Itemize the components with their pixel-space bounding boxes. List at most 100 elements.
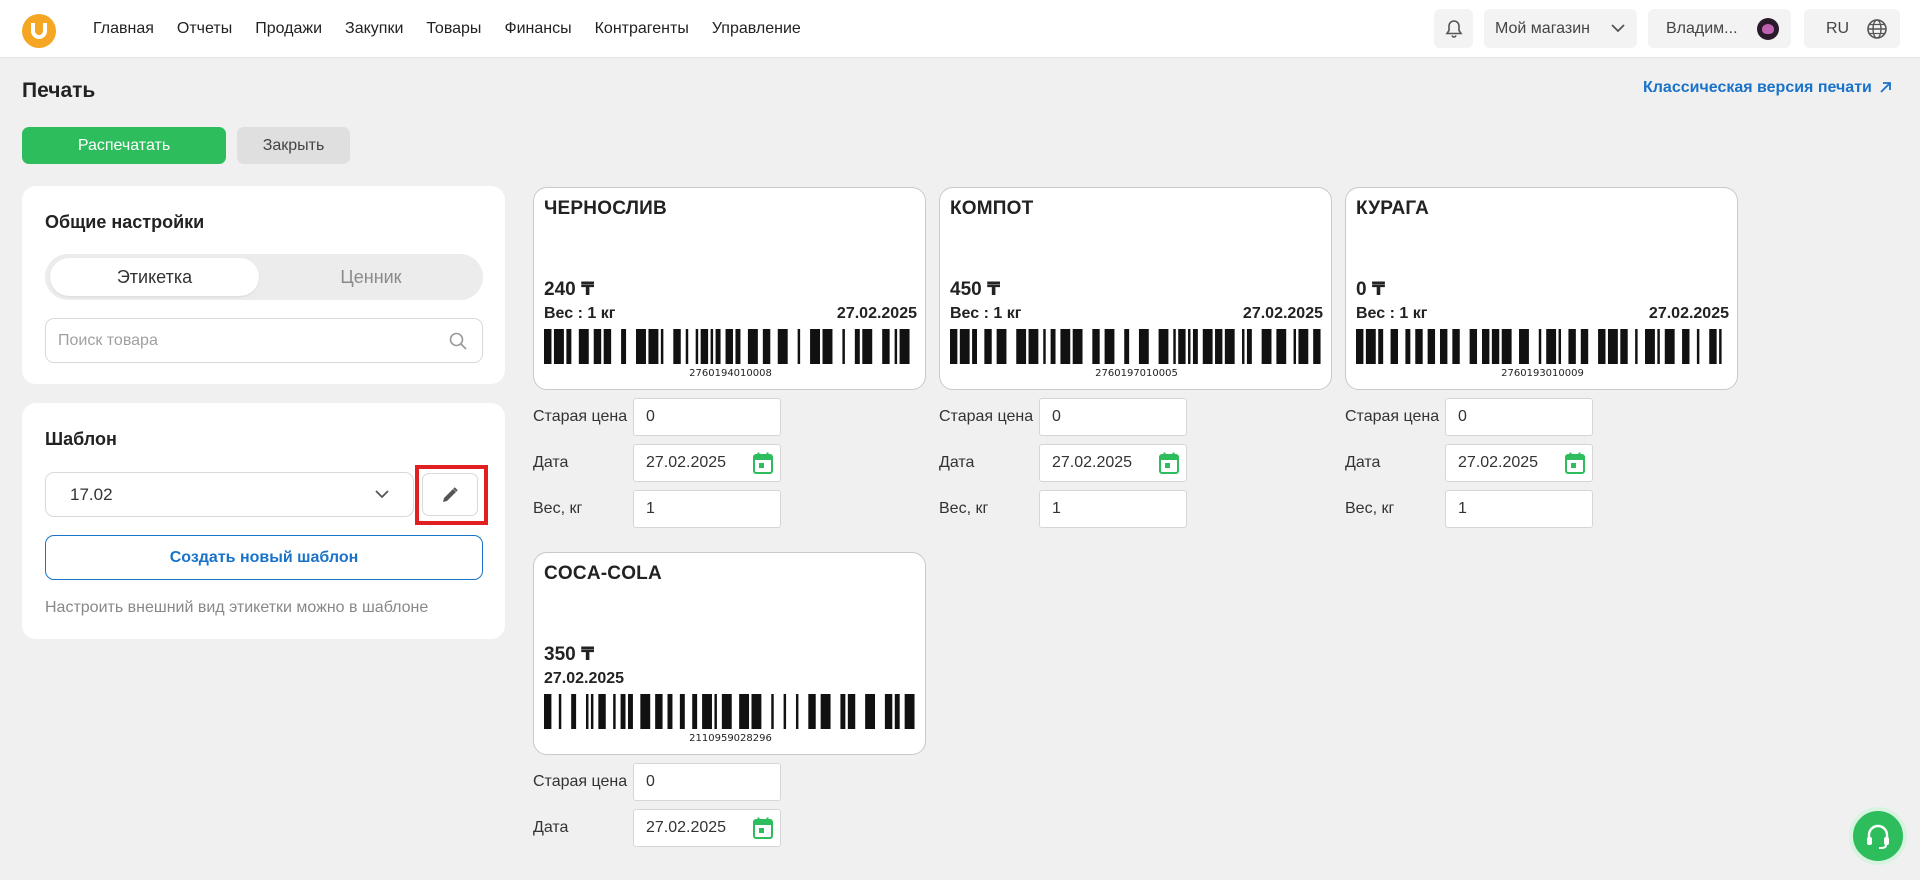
barcode-bar (865, 694, 876, 729)
barcode-bar (1356, 329, 1364, 364)
label-preview: КОМПОТ 450 ₸ Вес : 1 кг 27.02.2025 27601… (939, 187, 1332, 390)
menu-item-finance[interactable]: Финансы (504, 20, 571, 38)
barcode-bar (1415, 329, 1423, 364)
barcode-bar (710, 329, 714, 364)
barcode (544, 329, 910, 364)
calendar-icon[interactable] (1159, 452, 1179, 474)
weight-input[interactable] (633, 490, 781, 528)
barcode-bar (655, 694, 663, 729)
barcode-bar (894, 694, 900, 729)
edit-template-button[interactable] (422, 473, 478, 516)
top-nav: Главная Отчеты Продажи Закупки Товары Фи… (0, 0, 1920, 58)
barcode-bar (1016, 329, 1027, 364)
barcode-number: 2760194010008 (689, 368, 772, 379)
barcode-bar (950, 329, 958, 364)
menu-item-management[interactable]: Управление (712, 20, 801, 38)
product-weight: Вес : 1 кг (1356, 305, 1428, 322)
calendar-icon[interactable] (753, 817, 773, 839)
tab-price-tag[interactable]: Ценник (264, 258, 478, 296)
barcode-bar (1439, 329, 1448, 364)
barcode-bar (553, 329, 564, 364)
barcode-bar (1719, 329, 1722, 364)
barcode-bar (1657, 329, 1660, 364)
barcode-bar (1635, 329, 1638, 364)
close-button[interactable]: Закрыть (237, 127, 350, 164)
product-price: 0 ₸ (1356, 279, 1386, 300)
barcode-bar (847, 694, 856, 729)
create-template-button[interactable]: Создать новый шаблон (45, 535, 483, 580)
calendar-icon[interactable] (1565, 452, 1585, 474)
barcode-bar (590, 694, 594, 729)
chevron-down-icon (375, 490, 389, 499)
menu-item-home[interactable]: Главная (93, 20, 154, 38)
print-button[interactable]: Распечатать (22, 127, 226, 164)
globe-icon (1867, 18, 1887, 39)
menu-item-purchases[interactable]: Закупки (345, 20, 403, 38)
date-label: Дата (533, 819, 569, 836)
barcode-bar (1546, 329, 1557, 364)
barcode-bar (685, 329, 689, 364)
product-name: КОМПОТ (950, 198, 1034, 219)
barcode-bar (777, 329, 788, 364)
weight-input[interactable] (1445, 490, 1593, 528)
date-row: Дата (533, 444, 926, 482)
barcode-bar (673, 329, 681, 364)
weight-input[interactable] (1039, 490, 1187, 528)
calendar-icon[interactable] (753, 452, 773, 474)
barcode-bar (854, 329, 860, 364)
page-title: Печать (22, 79, 96, 102)
barcode-bar (1580, 329, 1589, 364)
classic-print-link[interactable]: Классическая версия печати (1643, 79, 1892, 97)
barcode-bar (735, 329, 741, 364)
menu-item-counterparties[interactable]: Контрагенты (595, 20, 689, 38)
barcode-bar (771, 694, 774, 729)
logo[interactable] (22, 14, 56, 48)
barcode-bar (739, 694, 750, 729)
headset-icon (1867, 824, 1889, 849)
weight-row: Вес, кг (533, 490, 926, 528)
menu-item-goods[interactable]: Товары (426, 20, 481, 38)
date-label: Дата (1345, 454, 1381, 471)
product-date: 27.02.2025 (836, 305, 917, 322)
barcode-bar (1501, 329, 1512, 364)
search-input[interactable] (58, 319, 438, 362)
barcode-bar (1050, 329, 1056, 364)
old-price-input[interactable] (633, 398, 781, 436)
barcode-bar (1192, 329, 1198, 364)
barcode-bar (972, 329, 977, 364)
barcode-bar (1246, 329, 1252, 364)
template-select[interactable]: 17.02 (45, 472, 414, 517)
barcode-bar (1298, 329, 1309, 364)
old-price-row: Старая цена (939, 398, 1332, 436)
weight-label: Вес, кг (1345, 500, 1395, 517)
menu-item-reports[interactable]: Отчеты (177, 20, 232, 38)
barcode-bar (1060, 329, 1071, 364)
barcode-bar (1261, 329, 1272, 364)
notifications-button[interactable] (1434, 9, 1473, 48)
barcode-bar (700, 329, 709, 364)
old-price-input[interactable] (633, 763, 781, 801)
barcode-bar (1620, 329, 1628, 364)
barcode-bar (884, 694, 893, 729)
store-selector[interactable]: Мой магазин (1484, 9, 1637, 48)
language-selector[interactable]: RU (1804, 9, 1900, 48)
barcode-bar (1481, 329, 1490, 364)
old-price-input[interactable] (1445, 398, 1593, 436)
barcode (1356, 329, 1722, 364)
support-chat-button[interactable] (1849, 807, 1907, 865)
pencil-icon (443, 486, 458, 502)
old-price-row: Старая цена (533, 763, 926, 801)
barcode (544, 694, 915, 729)
product-date: 27.02.2025 (1242, 305, 1323, 322)
tab-label[interactable]: Этикетка (50, 258, 259, 296)
old-price-input[interactable] (1039, 398, 1187, 436)
barcode-bar (721, 694, 732, 729)
barcode-bar (894, 329, 898, 364)
barcode-bar (1202, 329, 1213, 364)
menu-item-sales[interactable]: Продажи (255, 20, 322, 38)
user-menu[interactable]: Владим... (1648, 9, 1791, 48)
barcode-bar (640, 694, 651, 729)
barcode-bar (1043, 329, 1046, 364)
chevron-down-icon (1611, 24, 1625, 33)
date-row: Дата (939, 444, 1332, 482)
